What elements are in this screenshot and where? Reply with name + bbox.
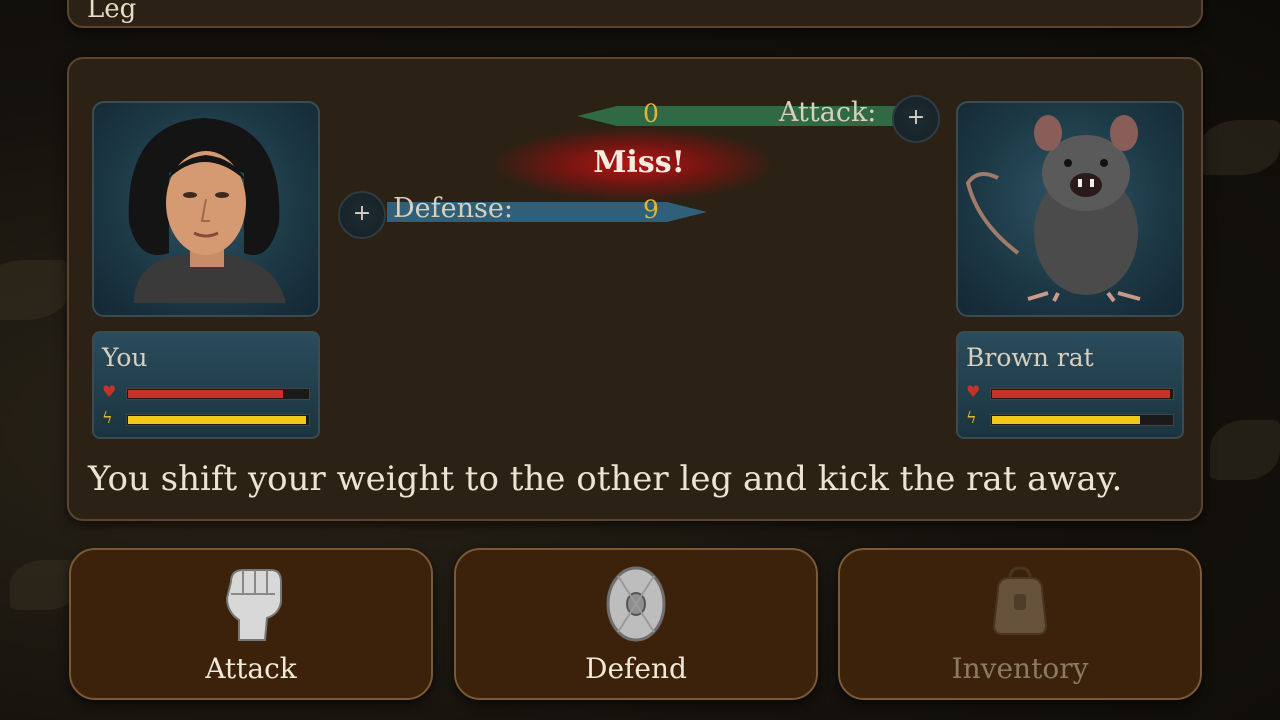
attack-value: 0 — [643, 99, 659, 128]
defense-plus-button[interactable]: + — [338, 191, 386, 239]
enemy-status-card: Brown rat ♥ ϟ — [956, 331, 1184, 439]
lightning-icon: ϟ — [102, 408, 113, 427]
fist-icon — [225, 569, 282, 641]
rat-image — [965, 115, 1141, 303]
previous-log-text: Leg — [87, 0, 137, 24]
attack-result-text: Miss! — [593, 145, 685, 180]
heart-icon: ♥ — [966, 382, 981, 401]
defense-label: Defense: — [393, 193, 513, 224]
backpack-icon — [992, 566, 1048, 635]
combat-narration: You shift your weight to the other leg a… — [88, 459, 1123, 499]
inventory-button[interactable]: Inventory — [838, 548, 1202, 700]
previous-log-panel: Leg — [67, 0, 1203, 28]
background-leaf — [1200, 120, 1280, 175]
attack-plus-button[interactable]: + — [892, 95, 940, 143]
enemy-health-row: ♥ — [966, 382, 1174, 401]
player-health-bar — [128, 390, 283, 398]
defend-button[interactable]: Defend — [454, 548, 818, 700]
player-health-row: ♥ — [102, 382, 310, 401]
inventory-button-label: Inventory — [951, 652, 1089, 685]
player-energy-row: ϟ — [102, 408, 310, 427]
attack-button-label: Attack — [205, 652, 297, 685]
attack-button[interactable]: Attack — [69, 548, 433, 700]
player-energy-bar — [128, 416, 307, 424]
background-leaf — [1210, 420, 1280, 480]
player-face-image — [128, 118, 286, 303]
shield-icon — [606, 566, 666, 642]
background-leaf — [0, 260, 70, 320]
defense-value: 9 — [643, 195, 659, 224]
enemy-name: Brown rat — [966, 343, 1094, 372]
player-status-card: You ♥ ϟ — [92, 331, 320, 439]
enemy-portrait — [956, 101, 1184, 317]
enemy-health-bar — [992, 390, 1171, 398]
heart-icon: ♥ — [102, 382, 117, 401]
player-name: You — [102, 343, 148, 372]
lightning-icon: ϟ — [966, 408, 977, 427]
player-portrait — [92, 101, 320, 317]
combat-panel: You ♥ ϟ 0 Attack: + Miss! + Defense: 9 B… — [67, 57, 1203, 521]
defend-button-label: Defend — [585, 652, 687, 685]
enemy-energy-row: ϟ — [966, 408, 1174, 427]
attack-label: Attack: — [779, 97, 877, 128]
enemy-energy-bar — [992, 416, 1140, 424]
